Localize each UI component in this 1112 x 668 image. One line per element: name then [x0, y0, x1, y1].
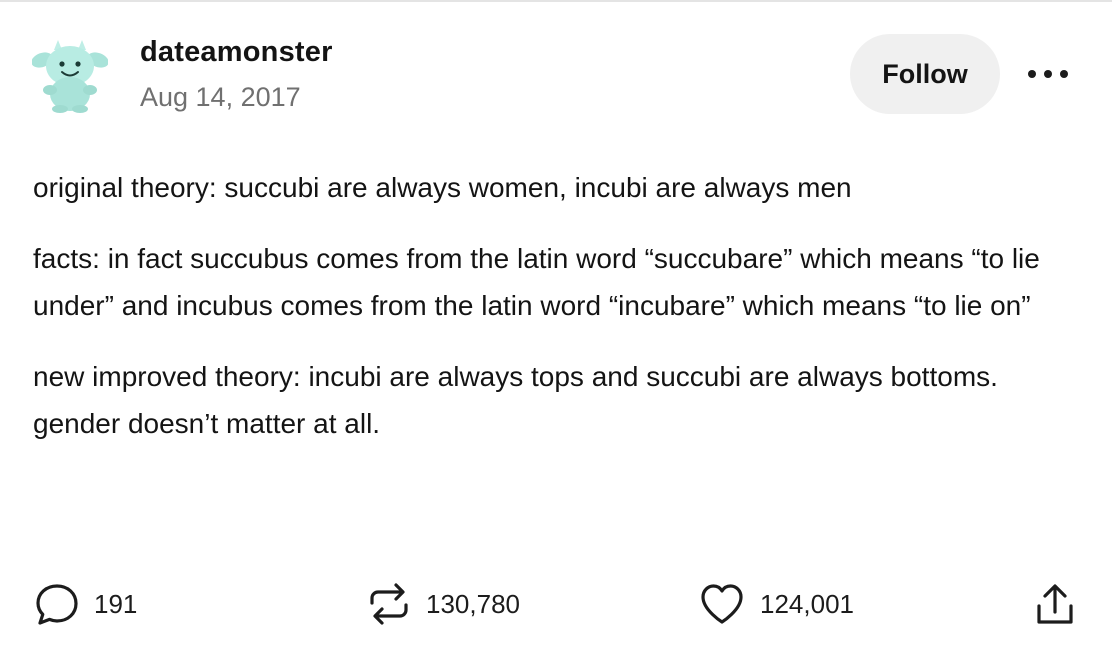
share-button[interactable] [1030, 580, 1080, 630]
reblogs-count: 130,780 [426, 588, 520, 619]
post-paragraph: new improved theory: incubi are always t… [33, 361, 998, 439]
more-dots-icon [1028, 70, 1068, 78]
more-options-button[interactable] [1020, 56, 1076, 92]
post-body: original theory: succubi are always wome… [33, 164, 1073, 471]
plush-monster-avatar-icon [31, 40, 109, 113]
heart-icon [701, 584, 743, 624]
author-avatar[interactable] [31, 38, 109, 114]
comments-button[interactable]: 191 [34, 580, 137, 628]
likes-count: 124,001 [760, 588, 854, 619]
reblog-button[interactable]: 130,780 [366, 580, 520, 628]
post-date[interactable]: Aug 14, 2017 [140, 82, 301, 113]
author-username[interactable]: dateamonster [140, 36, 333, 69]
follow-button[interactable]: Follow [850, 34, 1000, 114]
post-paragraph: original theory: succubi are always wome… [33, 172, 852, 203]
share-icon [1037, 584, 1073, 624]
like-button[interactable]: 124,001 [698, 580, 854, 628]
top-divider [0, 0, 1112, 2]
comments-count: 191 [94, 588, 138, 619]
reblog-icon [370, 583, 408, 625]
comment-bubble-icon [36, 584, 78, 625]
post-paragraph: facts: in fact succubus comes from the l… [33, 243, 1040, 321]
